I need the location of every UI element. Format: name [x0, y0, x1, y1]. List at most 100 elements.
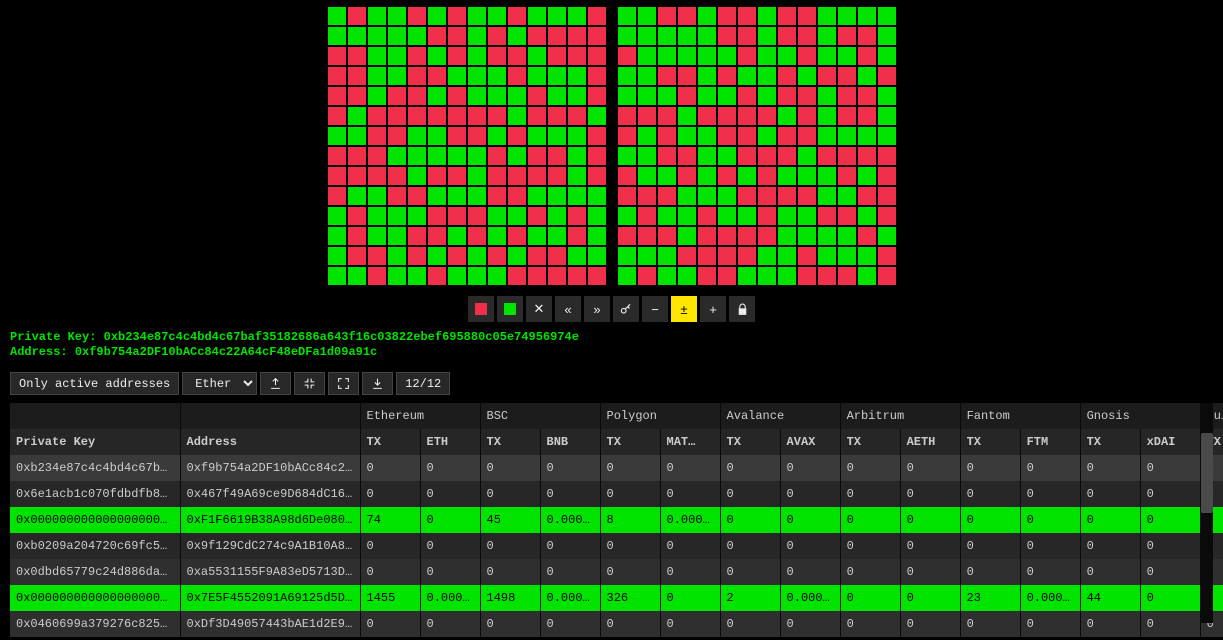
bit-cell[interactable] [717, 66, 737, 86]
table-row[interactable]: 0x00000000000000000000000…0x7E5F4552091A… [10, 585, 1223, 611]
bit-cell[interactable] [837, 106, 857, 126]
bit-cell[interactable] [367, 226, 387, 246]
bit-cell[interactable] [697, 266, 717, 286]
bit-cell[interactable] [837, 206, 857, 226]
bit-cell[interactable] [507, 46, 527, 66]
bit-cell[interactable] [467, 6, 487, 26]
bit-cell[interactable] [327, 166, 347, 186]
bit-cell[interactable] [507, 26, 527, 46]
bit-cell[interactable] [547, 26, 567, 46]
scrollbar-thumb[interactable] [1201, 433, 1213, 513]
bit-cell[interactable] [467, 106, 487, 126]
bit-cell[interactable] [467, 86, 487, 106]
bit-cell[interactable] [817, 166, 837, 186]
bit-cell[interactable] [637, 126, 657, 146]
bit-cell[interactable] [487, 146, 507, 166]
bit-cell[interactable] [487, 186, 507, 206]
bit-cell[interactable] [467, 246, 487, 266]
plus-minus-button[interactable]: ± [671, 296, 697, 322]
bit-cell[interactable] [637, 86, 657, 106]
bit-cell[interactable] [857, 66, 877, 86]
bit-cell[interactable] [797, 26, 817, 46]
bit-cell[interactable] [467, 146, 487, 166]
bit-cell[interactable] [857, 186, 877, 206]
key-button[interactable] [613, 296, 639, 322]
bit-cell[interactable] [367, 66, 387, 86]
bit-cell[interactable] [797, 266, 817, 286]
bit-cell[interactable] [567, 106, 587, 126]
bit-cell[interactable] [697, 126, 717, 146]
bit-cell[interactable] [387, 46, 407, 66]
column-header[interactable]: Address [180, 429, 360, 455]
bit-cell[interactable] [567, 46, 587, 66]
bit-cell[interactable] [757, 86, 777, 106]
bit-cell[interactable] [347, 186, 367, 206]
bit-cell[interactable] [407, 86, 427, 106]
bit-cell[interactable] [387, 26, 407, 46]
bit-cell[interactable] [587, 126, 607, 146]
minus-button[interactable]: − [642, 296, 668, 322]
bit-cell[interactable] [757, 26, 777, 46]
bit-cell[interactable] [507, 206, 527, 226]
bit-cell[interactable] [637, 106, 657, 126]
bit-cell[interactable] [387, 206, 407, 226]
bit-cell[interactable] [527, 26, 547, 46]
bit-cell[interactable] [367, 126, 387, 146]
bit-cell[interactable] [817, 146, 837, 166]
bit-cell[interactable] [407, 246, 427, 266]
bit-cell[interactable] [697, 26, 717, 46]
bit-cell[interactable] [447, 226, 467, 246]
bit-cell[interactable] [677, 206, 697, 226]
bit-cell[interactable] [387, 166, 407, 186]
bit-cell[interactable] [427, 46, 447, 66]
bit-cell[interactable] [837, 66, 857, 86]
bit-cell[interactable] [487, 126, 507, 146]
bit-cell[interactable] [677, 126, 697, 146]
bit-cell[interactable] [657, 46, 677, 66]
bit-cell[interactable] [407, 106, 427, 126]
bit-cell[interactable] [527, 186, 547, 206]
bit-cell[interactable] [587, 146, 607, 166]
bit-cell[interactable] [547, 6, 567, 26]
bit-cell[interactable] [447, 146, 467, 166]
bit-cell[interactable] [817, 126, 837, 146]
bit-cell[interactable] [777, 206, 797, 226]
bit-cell[interactable] [877, 186, 897, 206]
bit-cell[interactable] [697, 86, 717, 106]
bit-cell[interactable] [857, 146, 877, 166]
bit-cell[interactable] [637, 146, 657, 166]
bit-cell[interactable] [367, 186, 387, 206]
bit-cell[interactable] [737, 206, 757, 226]
bit-cell[interactable] [737, 246, 757, 266]
bit-cell[interactable] [427, 106, 447, 126]
bit-cell[interactable] [547, 46, 567, 66]
bit-cell[interactable] [507, 146, 527, 166]
bit-cell[interactable] [717, 86, 737, 106]
bit-cell[interactable] [547, 146, 567, 166]
bit-cell[interactable] [797, 106, 817, 126]
bit-cell[interactable] [857, 206, 877, 226]
bit-cell[interactable] [447, 186, 467, 206]
bit-cell[interactable] [467, 186, 487, 206]
bit-cell[interactable] [387, 266, 407, 286]
bit-cell[interactable] [717, 146, 737, 166]
bit-cell[interactable] [407, 46, 427, 66]
table-row[interactable]: 0x00000000000000000000000…0xF1F6619B38A9… [10, 507, 1223, 533]
bit-cell[interactable] [637, 66, 657, 86]
bit-cell[interactable] [447, 106, 467, 126]
bit-cell[interactable] [347, 66, 367, 86]
bit-cell[interactable] [447, 46, 467, 66]
bit-cell[interactable] [487, 26, 507, 46]
bit-cell[interactable] [387, 86, 407, 106]
bit-cell[interactable] [387, 106, 407, 126]
bit-cell[interactable] [387, 226, 407, 246]
column-header[interactable]: Private Key [10, 429, 180, 455]
bit-cell[interactable] [367, 166, 387, 186]
bit-cell[interactable] [737, 186, 757, 206]
bit-cell[interactable] [817, 266, 837, 286]
bit-cell[interactable] [877, 266, 897, 286]
bit-cell[interactable] [677, 86, 697, 106]
bit-cell[interactable] [427, 146, 447, 166]
bit-cell[interactable] [657, 166, 677, 186]
bit-cell[interactable] [327, 26, 347, 46]
